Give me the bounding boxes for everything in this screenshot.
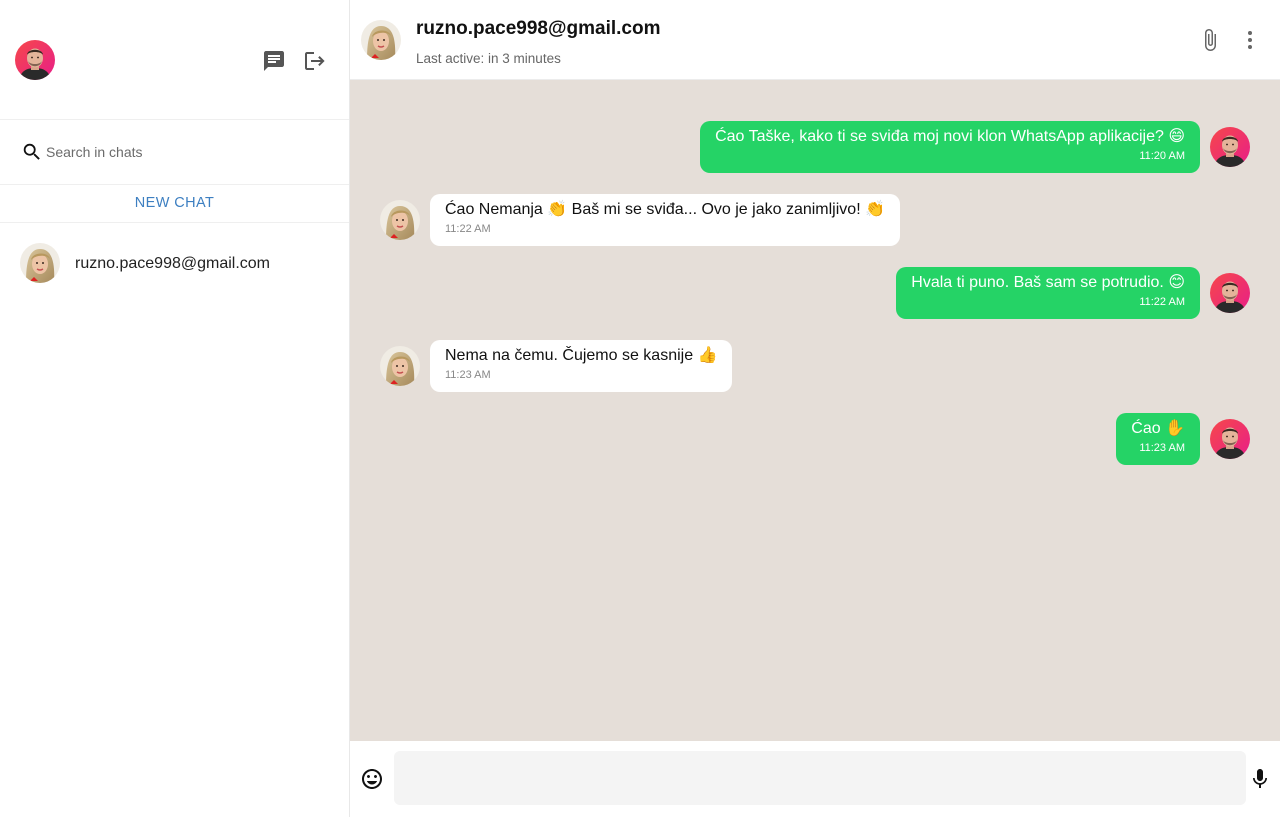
contact-name: ruzno.pace998@gmail.com [416,18,661,39]
sender-avatar [1210,273,1250,313]
app: NEW CHAT ruzno.pace998@gmail.com ruzno.p… [0,0,1280,817]
message-time: 11:22 AM [445,223,491,235]
search-input[interactable] [46,141,326,163]
message-input[interactable] [394,751,1246,805]
message-composer [350,741,1280,817]
sender-avatar [380,200,420,240]
search-icon [21,141,43,163]
chat-panel: ruzno.pace998@gmail.com Last active: in … [350,0,1280,817]
message-text: Ćao Nemanja 👏 Baš mi se sviđa... Ovo je … [445,201,885,218]
message-list: Ćao Taške, kako ti se sviđa moj novi klo… [350,80,1280,741]
chat-list-item[interactable]: ruzno.pace998@gmail.com [0,223,349,303]
contact-avatar[interactable] [361,20,401,60]
message-text: Ćao ✋ [1131,420,1185,437]
message-bubble: Ćao ✋ 11:23 AM [1116,413,1200,465]
chat-header: ruzno.pace998@gmail.com Last active: in … [350,0,1280,80]
message-sent: Ćao Taške, kako ti se sviđa moj novi klo… [350,121,1280,194]
message-time: 11:20 AM [1139,150,1185,162]
message-sent: Hvala ti puno. Baš sam se potrudio. 😊 11… [350,267,1280,340]
contact-avatar [20,243,60,283]
message-sent: Ćao ✋ 11:23 AM [350,413,1280,486]
message-text: Nema na čemu. Čujemo se kasnije 👍 [445,347,718,364]
user-avatar[interactable] [15,40,55,80]
new-chat-button[interactable]: NEW CHAT [0,185,349,223]
sender-avatar [1210,419,1250,459]
chat-icon[interactable] [261,48,287,74]
message-time: 11:22 AM [1139,296,1185,308]
message-received: Nema na čemu. Čujemo se kasnije 👍 11:23 … [350,340,1280,413]
message-text: Hvala ti puno. Baš sam se potrudio. 😊 [911,274,1185,291]
message-text: Ćao Taške, kako ti se sviđa moj novi klo… [715,128,1185,145]
logout-icon[interactable] [301,48,327,74]
message-time: 11:23 AM [1139,442,1185,454]
message-bubble: Hvala ti puno. Baš sam se potrudio. 😊 11… [896,267,1200,319]
message-time: 11:23 AM [445,369,491,381]
sidebar: NEW CHAT ruzno.pace998@gmail.com [0,0,350,817]
sidebar-header [0,0,349,120]
more-vertical-icon[interactable] [1237,27,1263,53]
message-bubble: Ćao Taške, kako ti se sviđa moj novi klo… [700,121,1200,173]
search-bar [0,120,349,185]
sender-avatar [380,346,420,386]
chat-list-item-name: ruzno.pace998@gmail.com [75,255,271,272]
sender-avatar [1210,127,1250,167]
last-active-status: Last active: in 3 minutes [416,51,561,66]
message-bubble: Ćao Nemanja 👏 Baš mi se sviđa... Ovo je … [430,194,900,246]
message-received: Ćao Nemanja 👏 Baš mi se sviđa... Ovo je … [350,194,1280,267]
paperclip-icon[interactable] [1197,27,1223,53]
emoji-icon[interactable] [360,767,384,791]
microphone-icon[interactable] [1248,767,1272,791]
message-bubble: Nema na čemu. Čujemo se kasnije 👍 11:23 … [430,340,733,392]
